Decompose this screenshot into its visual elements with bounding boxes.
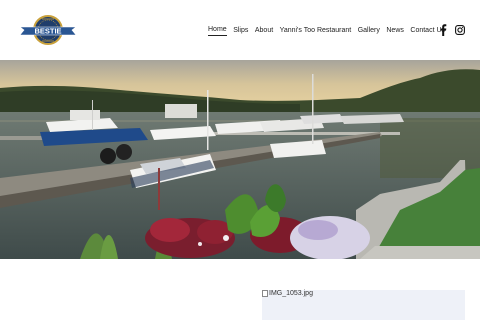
marina-photo (0, 60, 480, 259)
instagram-icon[interactable] (455, 25, 465, 35)
site-header: BESTIE Home Slips About Yanni's Too Rest… (0, 0, 480, 60)
bestie-logo[interactable]: BESTIE (18, 14, 78, 46)
broken-image: IMG_1053.jpg (262, 290, 313, 297)
image-placeholder: IMG_1053.jpg (262, 290, 465, 320)
nav-restaurant[interactable]: Yanni's Too Restaurant (280, 26, 352, 36)
nav-news[interactable]: News (386, 26, 404, 36)
nav-about[interactable]: About (255, 26, 273, 36)
main-nav: Home Slips About Yanni's Too Restaurant … (208, 25, 452, 36)
hero-marina-image (0, 60, 480, 259)
nav-slips[interactable]: Slips (233, 26, 248, 36)
image-alt-text: IMG_1053.jpg (269, 290, 313, 297)
facebook-icon[interactable] (439, 24, 447, 36)
nav-home[interactable]: Home (208, 25, 227, 36)
nav-gallery[interactable]: Gallery (358, 26, 380, 36)
logo-text: BESTIE (34, 27, 61, 36)
broken-image-icon (262, 290, 268, 297)
